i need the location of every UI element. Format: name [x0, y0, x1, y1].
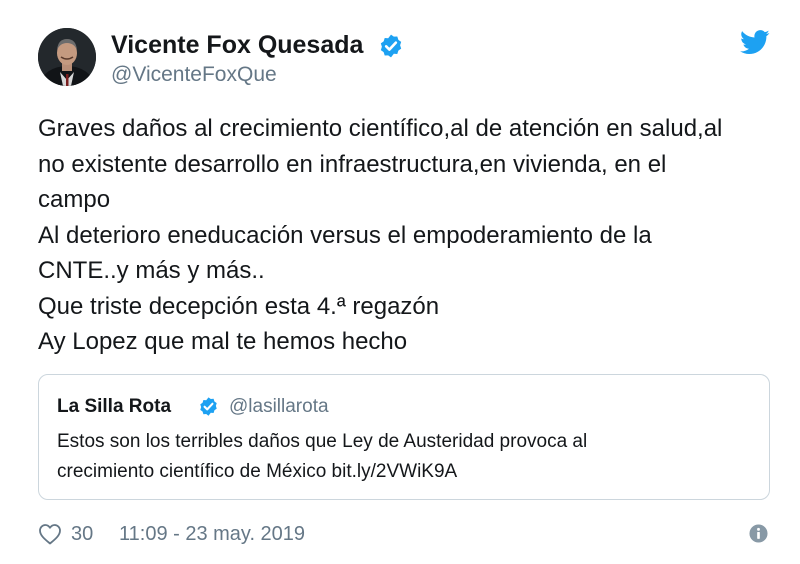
tweet-text-line: CNTE..y más y más..: [38, 257, 265, 284]
quoted-author-display-name[interactable]: La Silla Rota: [57, 395, 171, 419]
tweet-text-line: campo: [38, 186, 111, 213]
quoted-tweet-card[interactable]: La Silla Rota @lasillarota Estos son los…: [38, 374, 770, 500]
tweet-text-line: Al deterioro eneducación versus el empod…: [38, 221, 652, 249]
verified-badge-icon: [200, 397, 217, 416]
tweet-text-line: Ay Lopez que mal te hemos hecho: [38, 328, 408, 355]
quoted-author-handle[interactable]: @lasillarota: [229, 395, 329, 419]
author-handle[interactable]: @VicenteFoxQue: [111, 62, 277, 88]
tweet-text: Graves daños al crecimiento científico,a…: [38, 111, 778, 360]
heart-icon[interactable]: [38, 523, 62, 545]
tweet-text-line: Que triste decepción esta 4.ª regazón: [38, 292, 440, 320]
tweet-timestamp[interactable]: 11:09 - 23 may. 2019: [119, 521, 305, 547]
avatar[interactable]: [38, 28, 96, 86]
tweet-text-line: Graves daños al crecimiento científico,a…: [38, 115, 723, 142]
quoted-tweet-text-line: crecimiento científico de México bit.ly/…: [57, 461, 458, 482]
info-icon[interactable]: [749, 524, 768, 543]
author-display-name[interactable]: Vicente Fox Quesada: [111, 30, 363, 60]
like-count: 30: [71, 523, 94, 545]
quoted-tweet-text: Estos son los terribles daños que Ley de…: [57, 427, 757, 487]
twitter-bird-icon[interactable]: [740, 30, 770, 55]
embedded-tweet: Vicente Fox Quesada @VicenteFoxQue Grave…: [0, 0, 800, 564]
quoted-tweet-text-line: Estos son los terribles daños que Ley de…: [57, 431, 588, 452]
tweet-text-line: no existente desarrollo en infraestructu…: [38, 150, 667, 178]
verified-badge-icon: [380, 34, 402, 58]
